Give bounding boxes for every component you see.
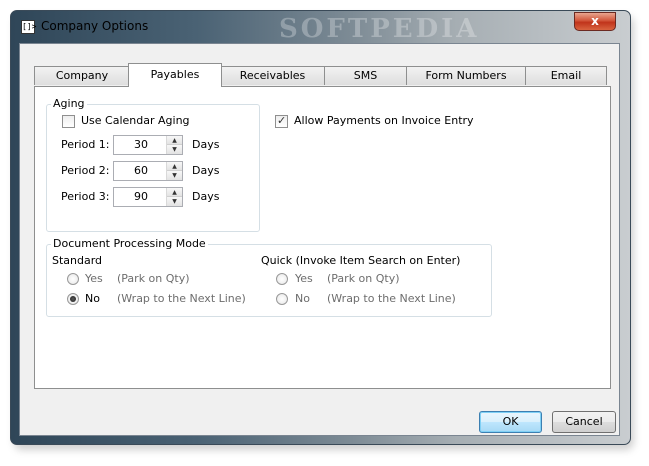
period-3-unit: Days	[192, 190, 220, 203]
spin-down-icon[interactable]: ▼	[167, 171, 182, 180]
spin-down-icon[interactable]: ▼	[167, 197, 182, 206]
period-2-value[interactable]: 60	[114, 162, 168, 180]
tab-form-numbers[interactable]: Form Numbers	[406, 66, 526, 85]
title-bar[interactable]: []> Company Options SOFTPEDIA x	[11, 11, 630, 44]
period-1-spinner[interactable]: 30 ▲ ▼	[113, 135, 183, 155]
period-1-value[interactable]: 30	[114, 136, 168, 154]
quick-yes-label: Yes	[295, 272, 313, 285]
close-icon: x	[591, 14, 599, 28]
tab-payables[interactable]: Payables	[128, 63, 222, 87]
dialog-body: Company Payables Receivables SMS Form Nu…	[19, 43, 620, 436]
standard-no-label: No	[85, 292, 100, 305]
quick-yes-radio[interactable]	[276, 273, 288, 285]
aging-legend: Aging	[51, 97, 87, 110]
spin-down-icon[interactable]: ▼	[167, 145, 182, 154]
app-icon: []>	[21, 20, 36, 34]
spin-up-icon[interactable]: ▲	[167, 188, 182, 197]
tab-sms[interactable]: SMS	[324, 66, 407, 85]
spinner-arrows: ▲ ▼	[166, 162, 182, 180]
period-1-label: Period 1:	[61, 138, 110, 151]
window-title: Company Options	[41, 19, 149, 33]
period-2-label: Period 2:	[61, 164, 110, 177]
period-1-unit: Days	[192, 138, 220, 151]
ok-button[interactable]: OK	[479, 411, 542, 433]
allow-payments-label: Allow Payments on Invoice Entry	[294, 114, 474, 127]
period-2-unit: Days	[192, 164, 220, 177]
quick-no-label: No	[295, 292, 310, 305]
company-options-window: []> Company Options SOFTPEDIA x Company …	[10, 10, 631, 445]
use-calendar-aging-label: Use Calendar Aging	[81, 114, 190, 127]
standard-yes-radio[interactable]	[67, 273, 79, 285]
spin-up-icon[interactable]: ▲	[167, 136, 182, 145]
standard-no-radio[interactable]	[67, 293, 79, 305]
quick-heading: Quick (Invoke Item Search on Enter)	[261, 254, 461, 267]
allow-payments-checkbox[interactable]	[275, 114, 288, 128]
watermark-logo: SOFTPEDIA	[279, 14, 480, 44]
spinner-arrows: ▲ ▼	[166, 136, 182, 154]
period-2-spinner[interactable]: 60 ▲ ▼	[113, 161, 183, 181]
cancel-button[interactable]: Cancel	[552, 411, 616, 433]
payables-panel: Aging Use Calendar Aging Period 1: 30 ▲ …	[34, 86, 611, 389]
spinner-arrows: ▲ ▼	[166, 188, 182, 206]
close-button[interactable]: x	[574, 12, 616, 31]
standard-no-hint: (Wrap to the Next Line)	[117, 292, 246, 305]
period-3-label: Period 3:	[61, 190, 110, 203]
standard-yes-label: Yes	[85, 272, 103, 285]
quick-no-hint: (Wrap to the Next Line)	[327, 292, 456, 305]
document-processing-legend: Document Processing Mode	[51, 237, 208, 250]
spin-up-icon[interactable]: ▲	[167, 162, 182, 171]
tab-email[interactable]: Email	[525, 66, 607, 85]
use-calendar-aging-checkbox[interactable]	[62, 115, 75, 128]
tab-company[interactable]: Company	[34, 66, 130, 85]
period-3-spinner[interactable]: 90 ▲ ▼	[113, 187, 183, 207]
period-3-value[interactable]: 90	[114, 188, 168, 206]
quick-no-radio[interactable]	[276, 293, 288, 305]
tab-receivables[interactable]: Receivables	[220, 66, 325, 85]
standard-heading: Standard	[52, 254, 103, 267]
quick-yes-hint: (Park on Qty)	[327, 272, 400, 285]
standard-yes-hint: (Park on Qty)	[117, 272, 190, 285]
